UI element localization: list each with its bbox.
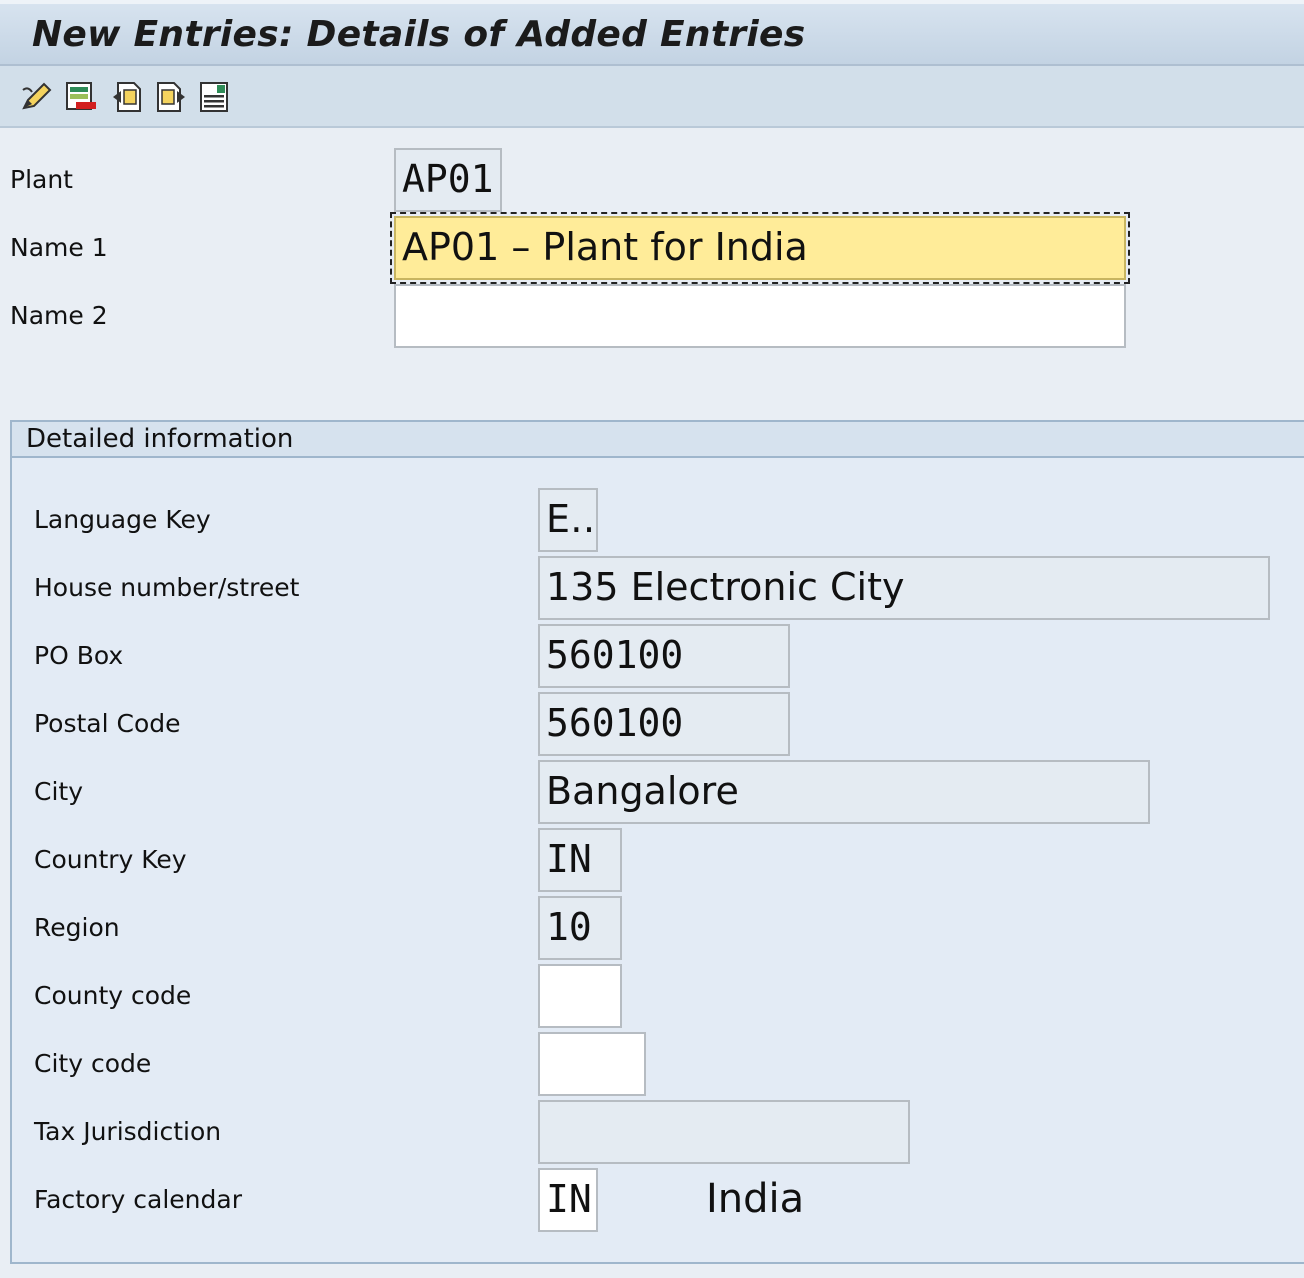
city-code-field[interactable] [538, 1032, 646, 1096]
delete-entry-icon[interactable] [64, 80, 98, 114]
group-header: Detailed information [12, 422, 1304, 458]
house-street-field[interactable]: 135 Electronic City [538, 556, 1270, 620]
region-field[interactable]: 10 [538, 896, 622, 960]
city-field[interactable]: Bangalore [538, 760, 1150, 824]
region-label: Region [34, 913, 120, 942]
application-toolbar [0, 66, 1304, 128]
country-key-label: Country Key [34, 845, 187, 874]
language-key-field[interactable]: E… [538, 488, 598, 552]
county-code-field[interactable] [538, 964, 622, 1028]
window-title: New Entries: Details of Added Entries [32, 14, 806, 55]
plant-field[interactable]: AP01 [394, 148, 502, 212]
name1-label: Name 1 [10, 233, 108, 262]
edit-pencil-icon[interactable] [20, 80, 54, 114]
details-list-icon[interactable] [198, 80, 232, 114]
postal-code-field[interactable]: 560100 [538, 692, 790, 756]
po-box-label: PO Box [34, 641, 124, 670]
next-entry-icon[interactable] [154, 80, 188, 114]
name1-field[interactable]: AP01 – Plant for India [394, 216, 1126, 280]
factory-calendar-description: India [706, 1176, 805, 1222]
factory-calendar-label: Factory calendar [34, 1185, 242, 1214]
tax-jurisdiction-label: Tax Jurisdiction [34, 1117, 222, 1146]
title-bar: New Entries: Details of Added Entries [0, 0, 1304, 66]
factory-calendar-field[interactable]: IN [538, 1168, 598, 1232]
tax-jurisdiction-field[interactable] [538, 1100, 910, 1164]
city-label: City [34, 777, 83, 806]
group-title: Detailed information [26, 424, 294, 454]
city-code-label: City code [34, 1049, 152, 1078]
county-code-label: County code [34, 981, 192, 1010]
language-key-label: Language Key [34, 505, 211, 534]
country-key-field[interactable]: IN [538, 828, 622, 892]
plant-label: Plant [10, 165, 73, 194]
postal-code-label: Postal Code [34, 709, 181, 738]
previous-entry-icon[interactable] [110, 80, 144, 114]
name2-field[interactable] [394, 284, 1126, 348]
house-street-label: House number/street [34, 573, 300, 602]
name2-label: Name 2 [10, 301, 108, 330]
po-box-field[interactable]: 560100 [538, 624, 790, 688]
